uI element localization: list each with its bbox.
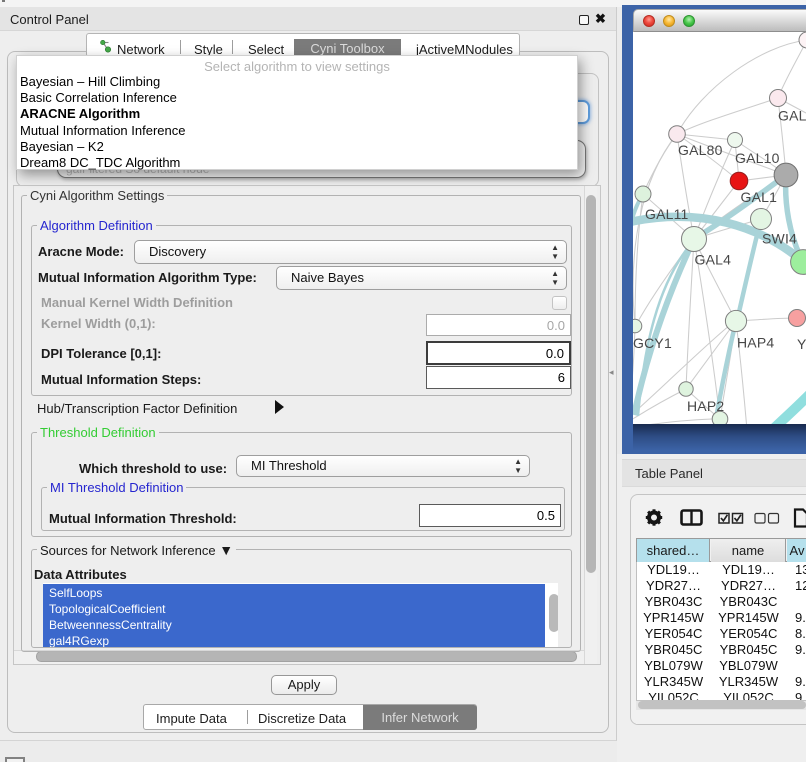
svg-text:HAP2: HAP2: [687, 398, 724, 414]
svg-text:GAL1: GAL1: [741, 189, 778, 205]
svg-text:GAL10: GAL10: [735, 150, 780, 166]
svg-text:GCY1: GCY1: [633, 335, 672, 351]
svg-text:GAL4: GAL4: [695, 252, 732, 268]
svg-text:HAP4: HAP4: [737, 335, 774, 351]
svg-text:YE: YE: [797, 336, 806, 352]
svg-text:GAL11: GAL11: [645, 206, 689, 222]
svg-text:GAL7: GAL7: [778, 108, 806, 124]
svg-text:GAL80: GAL80: [678, 142, 723, 158]
svg-text:SWI4: SWI4: [762, 231, 797, 247]
